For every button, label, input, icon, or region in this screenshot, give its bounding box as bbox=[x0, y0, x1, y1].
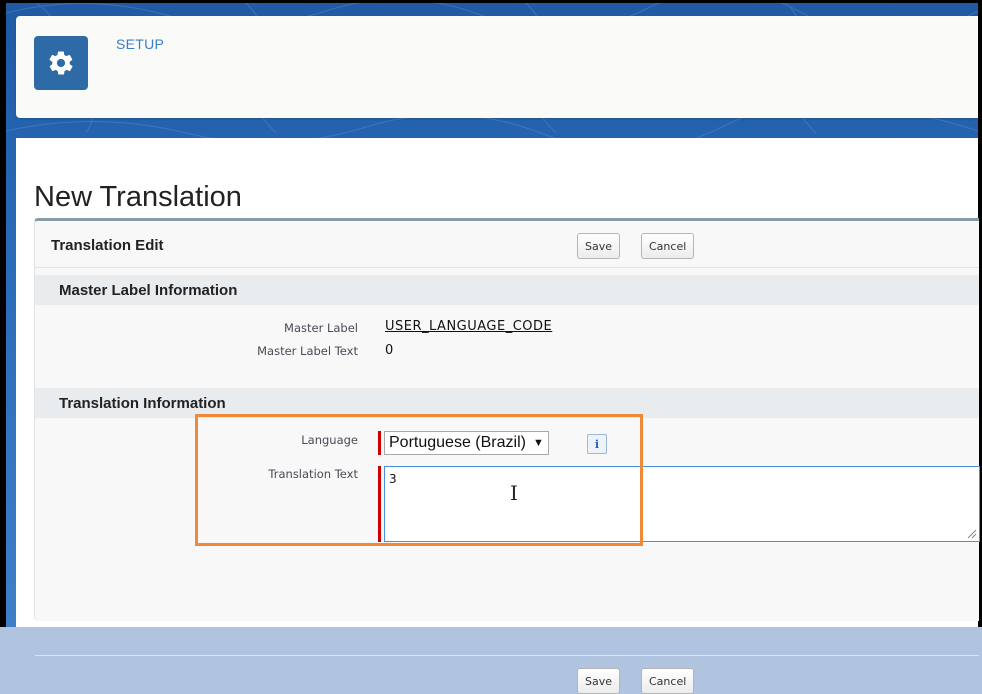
page-title: New Translation bbox=[34, 181, 242, 214]
setup-header: SETUP bbox=[16, 16, 978, 118]
block-header: Translation Edit Save Cancel bbox=[35, 221, 979, 268]
translation-text-required-indicator bbox=[378, 466, 381, 542]
window-frame-left bbox=[0, 0, 6, 627]
master-label-label: Master Label bbox=[284, 321, 358, 335]
master-label-section-header: Master Label Information bbox=[35, 275, 979, 305]
translation-text-label: Translation Text bbox=[268, 467, 358, 481]
info-icon[interactable]: i bbox=[587, 434, 607, 454]
translation-text-input[interactable]: 3 I bbox=[384, 466, 980, 542]
translation-section-header: Translation Information bbox=[35, 388, 979, 418]
cancel-button-top[interactable]: Cancel bbox=[641, 233, 695, 259]
chevron-down-icon: ▼ bbox=[532, 437, 544, 449]
master-label-text-value: 0 bbox=[385, 343, 394, 358]
text-cursor-icon: I bbox=[510, 481, 518, 505]
main-content: New Translation Translation Edit Save Ca… bbox=[16, 138, 980, 694]
save-button-top[interactable]: Save bbox=[577, 233, 621, 259]
block-title: Translation Edit bbox=[51, 237, 164, 254]
section-title-translation: Translation Information bbox=[59, 395, 226, 412]
section-title-master: Master Label Information bbox=[59, 282, 238, 299]
window-frame-top bbox=[0, 0, 982, 3]
cancel-button-bottom[interactable]: Cancel bbox=[641, 668, 695, 694]
save-button-bottom[interactable]: Save bbox=[577, 668, 621, 694]
language-select[interactable]: Portuguese (Brazil) ▼ bbox=[384, 431, 549, 455]
footer-divider bbox=[35, 655, 979, 656]
master-label-text-label: Master Label Text bbox=[257, 344, 358, 358]
resize-handle-icon[interactable] bbox=[967, 529, 977, 539]
language-select-value: Portuguese (Brazil) bbox=[389, 434, 526, 451]
language-label: Language bbox=[301, 433, 358, 447]
setup-app-icon[interactable] bbox=[34, 36, 88, 90]
translation-edit-block: Translation Edit Save Cancel Master Labe… bbox=[34, 218, 980, 694]
gear-icon bbox=[49, 51, 73, 75]
master-label-link[interactable]: USER_LANGUAGE_CODE bbox=[385, 319, 552, 334]
setup-label[interactable]: SETUP bbox=[116, 36, 164, 52]
language-required-indicator bbox=[378, 431, 381, 455]
translation-text-value: 3 bbox=[389, 472, 397, 486]
